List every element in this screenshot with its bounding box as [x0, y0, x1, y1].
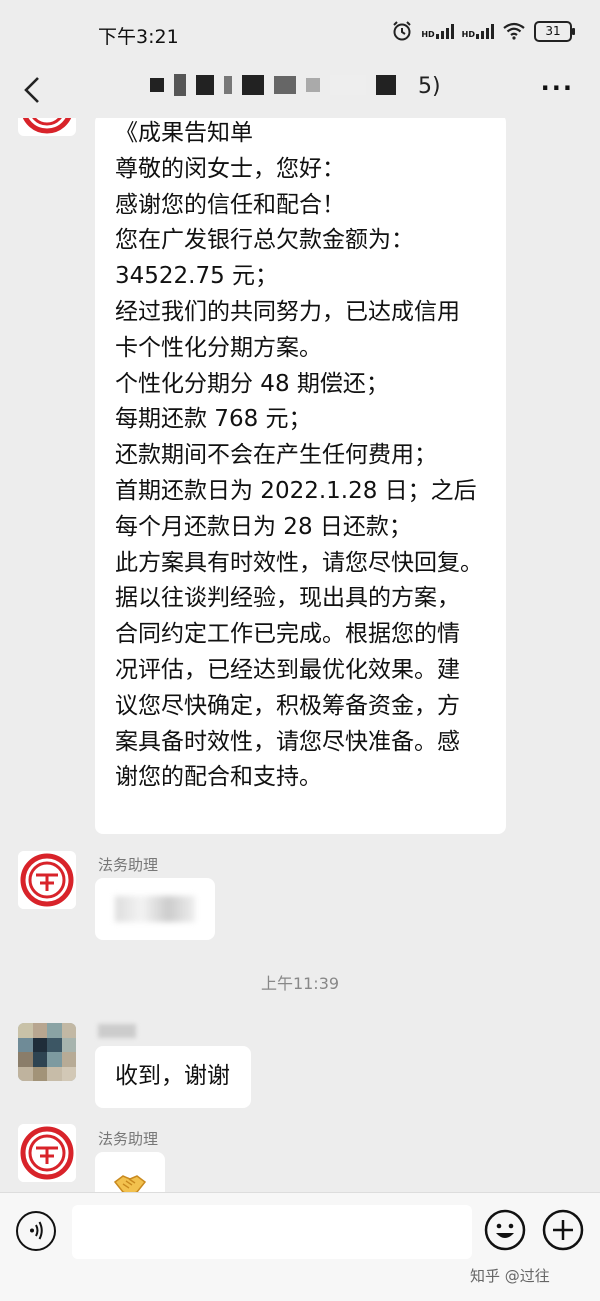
sender-name: 法务助理: [98, 1130, 159, 1148]
blurred-message-content: [115, 896, 195, 922]
notice-line: 每期还款 768 元；: [115, 406, 312, 433]
wifi-icon: [503, 22, 525, 40]
plus-icon[interactable]: [542, 1209, 584, 1251]
user-avatar-pixelated: [18, 1023, 76, 1081]
status-bar: 下午3:21 HD HD 31: [0, 0, 600, 62]
alarm-icon: [393, 21, 412, 41]
user-avatar[interactable]: [18, 1023, 76, 1081]
notice-line: 据以往谈判经验，现出具的方案，: [115, 585, 460, 612]
battery-icon: 31: [534, 20, 575, 42]
notice-line: 议您尽快确定，积极筹备资金，方: [115, 692, 460, 719]
notice-line: 尊敬的闵女士，您好：: [115, 155, 345, 182]
notice-line: 经过我们的共同努力，已达成信用: [115, 298, 460, 325]
notice-line: 34522.75 元；: [115, 263, 279, 290]
status-icons: HD HD 31: [391, 20, 575, 42]
notice-line: 谢您的配合和支持。: [115, 764, 322, 791]
legal-logo-icon: [18, 851, 76, 909]
legal-logo-icon: [18, 1124, 76, 1182]
handshake-emoji-icon: [113, 1175, 147, 1192]
voice-icon[interactable]: [16, 1211, 56, 1251]
signal-icon: [435, 23, 454, 39]
chevron-left-icon[interactable]: [18, 72, 48, 108]
notice-line: 感谢您的信任和配合！: [115, 191, 345, 218]
notice-line: 《成果告知单: [115, 120, 253, 146]
hd-label: HD: [421, 30, 435, 39]
notice-line: 此方案具有时效性，请您尽快回复。: [115, 549, 483, 576]
chat-area[interactable]: 《成果告知单尊敬的闵女士，您好： 感谢您的信任和配合！ 您在广发银行总欠款金额为： 3…: [0, 118, 600, 1192]
notice-line: 每个月还款日为 28 日还款；: [115, 513, 412, 540]
notice-message-bubble[interactable]: 《成果告知单尊敬的闵女士，您好： 感谢您的信任和配合！ 您在广发银行总欠款金额为： 3…: [95, 118, 506, 834]
signal-icon: [476, 23, 494, 39]
notice-line: 案具备时效性，请您尽快准备。感: [115, 728, 460, 755]
notice-line: 况评估，已经达到最优化效果。建: [115, 656, 460, 683]
more-dots-icon[interactable]: ···: [541, 74, 574, 102]
user-reply-bubble[interactable]: 收到，谢谢: [95, 1046, 251, 1108]
nav-bar: 5) ···: [0, 62, 600, 118]
sender-name-blurred: [98, 1024, 136, 1038]
sender-name: 法务助理: [98, 856, 159, 874]
notice-line: 卡个性化分期方案。: [115, 334, 322, 361]
legal-assistant-avatar[interactable]: [18, 851, 76, 909]
hd-label: HD: [461, 30, 475, 39]
notice-line: 首期还款日为 2022.1.28 日；之后: [115, 477, 477, 504]
message-input[interactable]: [72, 1205, 472, 1259]
blurred-message-bubble[interactable]: [95, 878, 215, 940]
watermark: 知乎 @过往: [470, 1267, 550, 1285]
handshake-message-bubble[interactable]: [95, 1152, 165, 1192]
notice-line: 合同约定工作已完成。根据您的情: [115, 621, 460, 648]
chat-title-suffix: 5): [418, 74, 441, 99]
notice-line: 还款期间不会在产生任何费用；: [115, 442, 437, 469]
legal-assistant-avatar[interactable]: [18, 1124, 76, 1182]
time-divider: 上午11:39: [260, 974, 340, 993]
chat-title-pixelated: [150, 74, 396, 96]
user-reply-text: 收到，谢谢: [115, 1063, 230, 1089]
notice-line: 您在广发银行总欠款金额为：: [115, 227, 414, 254]
notice-line: 个性化分期分 48 期偿还；: [115, 370, 389, 397]
emoji-icon[interactable]: [484, 1209, 526, 1251]
status-time: 下午3:21: [98, 26, 179, 48]
notice-message-text: 《成果告知单尊敬的闵女士，您好： 感谢您的信任和配合！ 您在广发银行总欠款金额为： 3…: [115, 118, 483, 796]
legal-assistant-avatar[interactable]: [18, 118, 76, 136]
legal-logo-icon: [22, 118, 72, 134]
input-bar: 知乎 @过往: [0, 1192, 600, 1301]
